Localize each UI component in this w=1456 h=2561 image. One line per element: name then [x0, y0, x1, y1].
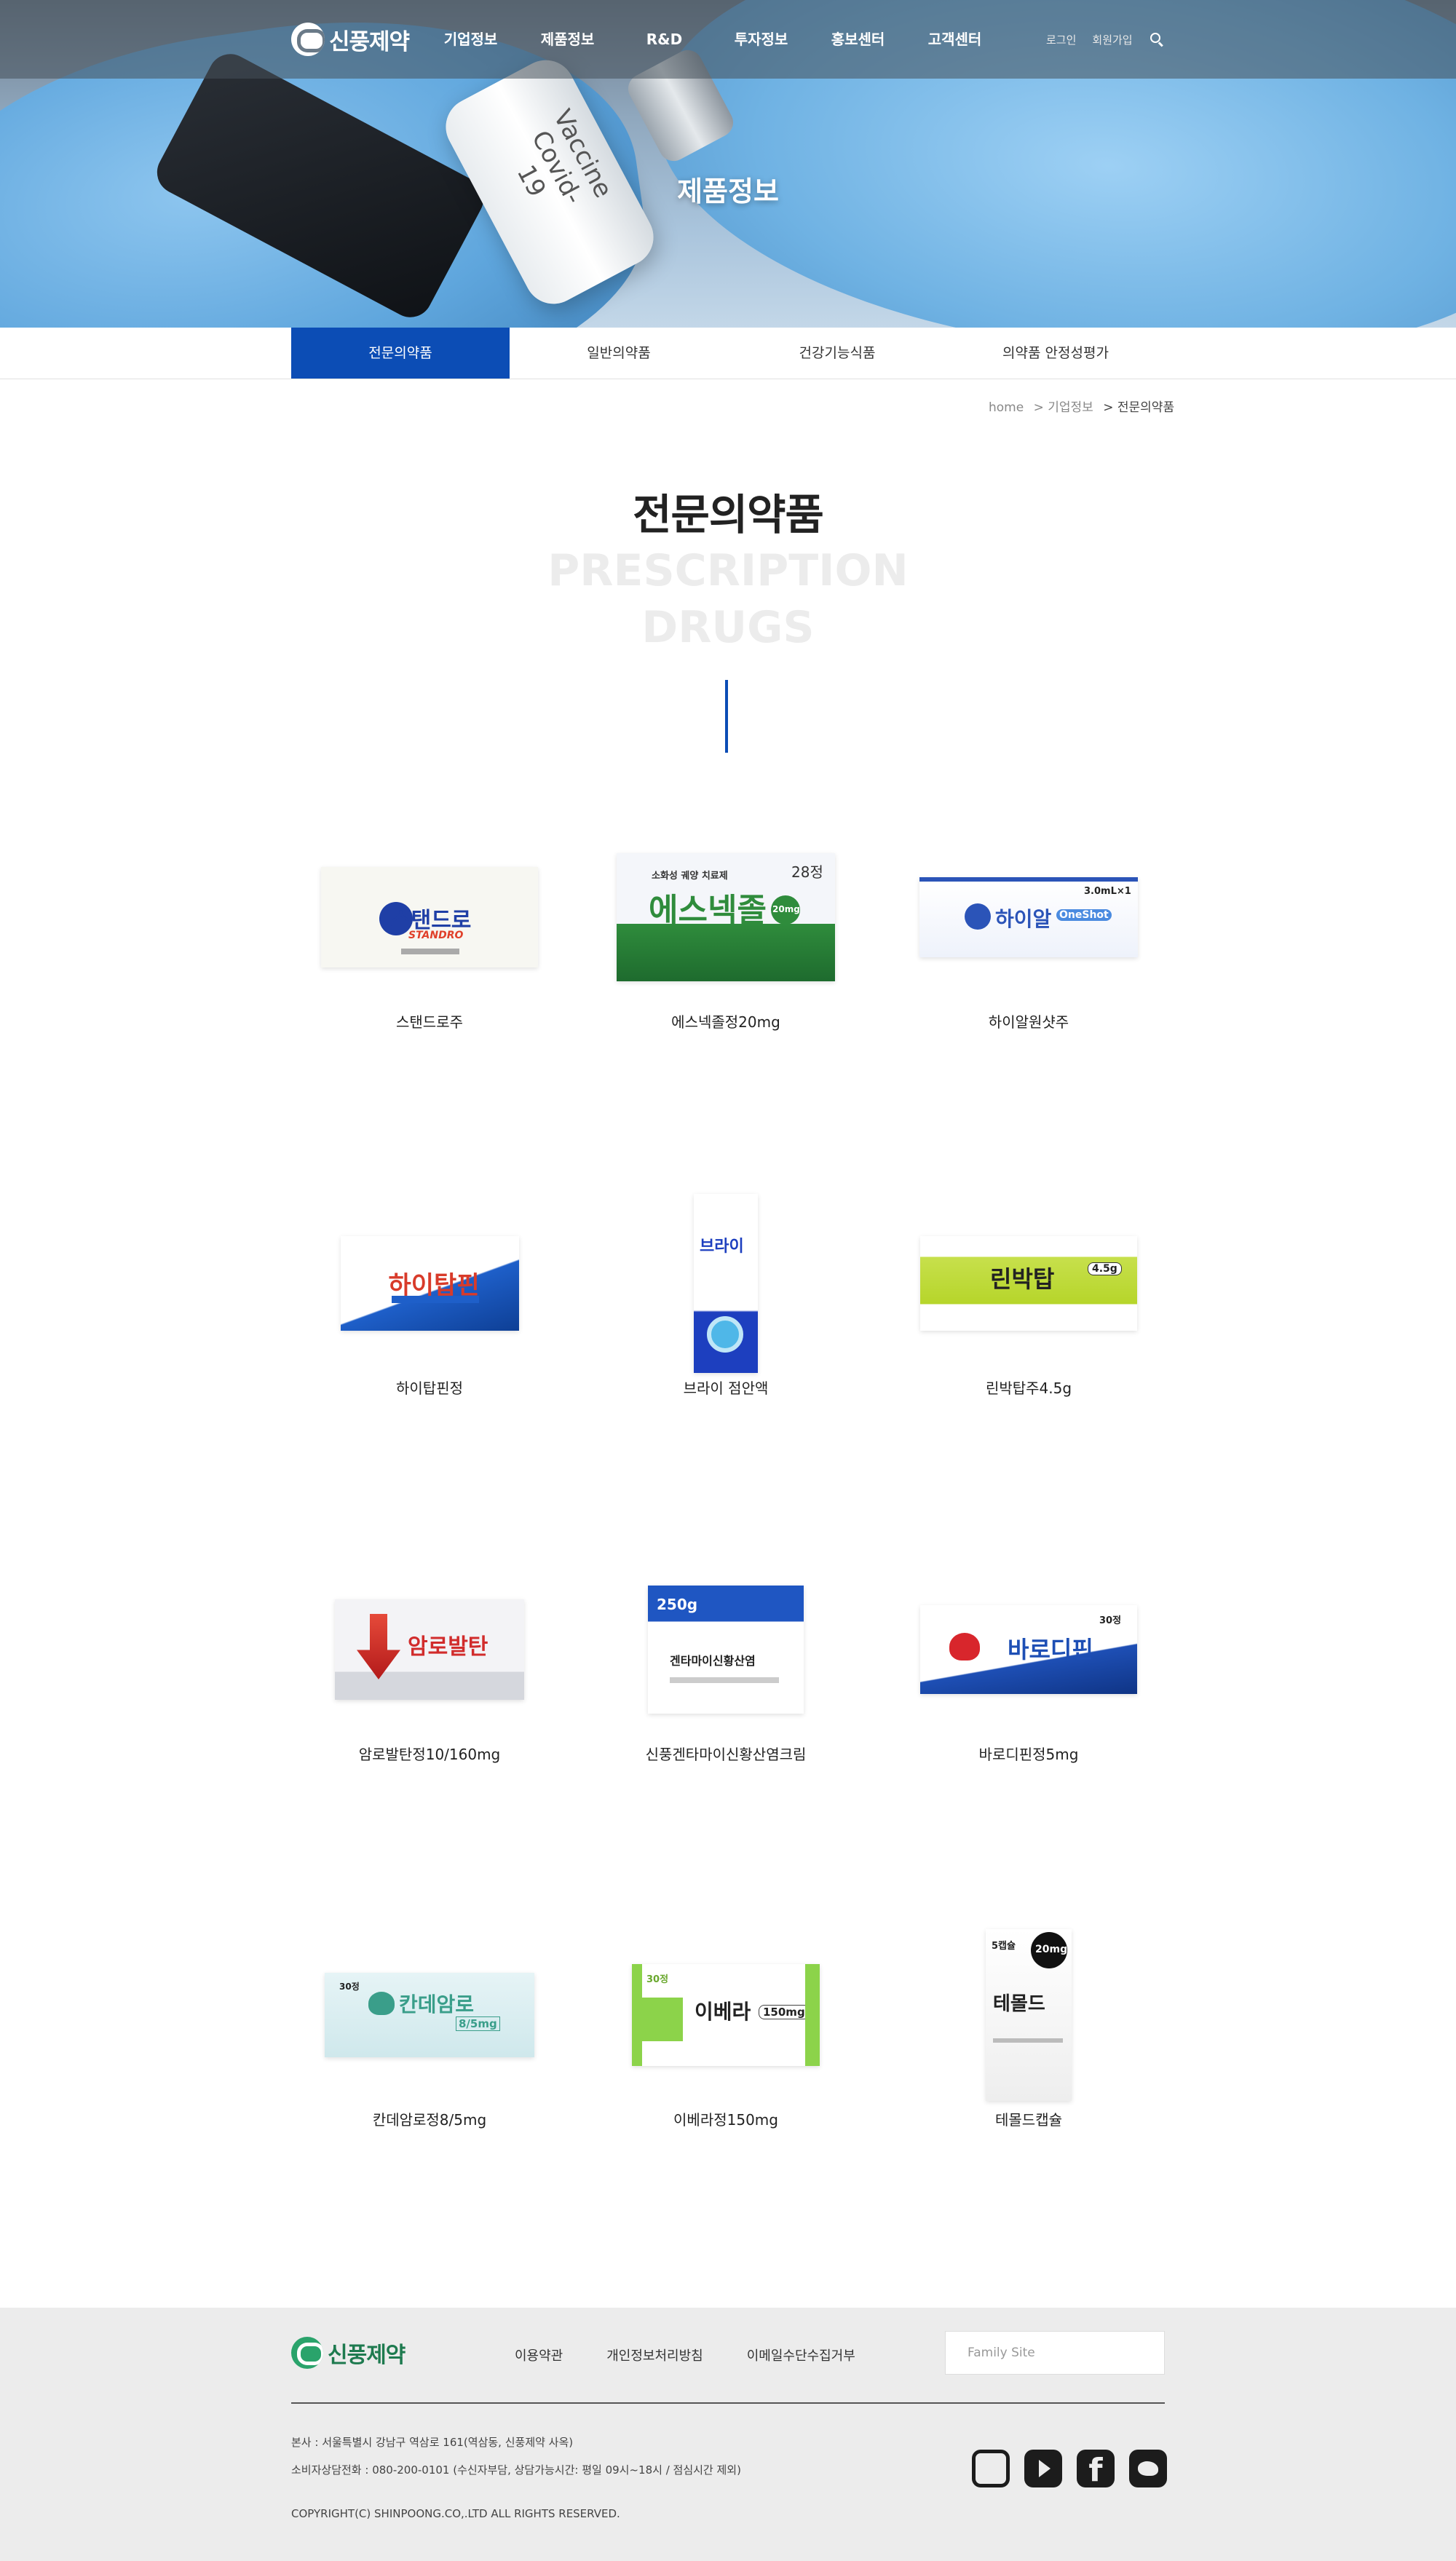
- product-name: 암로발탄정10/160mg: [358, 1746, 501, 1763]
- product-card[interactable]: 250g 겐타마이신황산염 신풍겐타마이신황산염크림: [580, 1562, 871, 1781]
- footer-phone: 소비자상담전화 : 080-200-0101 (수신자부담, 상담가능시간: 평…: [291, 2463, 741, 2477]
- breadcrumb: home > 기업정보 > 전문의약품: [983, 397, 1175, 415]
- product-card[interactable]: 5캡슐 20mg 테몰드 테몰드캡슐: [883, 1928, 1174, 2146]
- site-footer: 신풍제약 이용약관 개인정보처리방침 이메일수단수집거부 Family Site…: [0, 2308, 1456, 2561]
- page-subtitle-line1: PRESCRIPTION: [547, 545, 909, 596]
- site-logo[interactable]: 신풍제약: [291, 22, 410, 57]
- product-name: 린박탑주4.5g: [985, 1380, 1072, 1397]
- product-image: 스탠드로 STANDRO: [321, 867, 538, 967]
- tab-prescription[interactable]: 전문의약품: [291, 328, 510, 379]
- sub-nav: 전문의약품 일반의약품 건강기능식품 의약품 안정성평가: [0, 328, 1456, 379]
- product-card[interactable]: 하이탑핀 하이탑핀정: [284, 1196, 575, 1414]
- product-name: 브라이 점안액: [683, 1380, 769, 1397]
- instagram-icon[interactable]: [972, 2450, 1010, 2487]
- login-link[interactable]: 로그인: [1046, 32, 1076, 47]
- nav-item-company[interactable]: 기업정보: [422, 0, 519, 79]
- product-image: 250g 겐타마이신황산염: [648, 1586, 804, 1714]
- product-name: 칸데암로정8/5mg: [372, 2111, 487, 2129]
- youtube-icon[interactable]: [1024, 2450, 1062, 2487]
- breadcrumb-home[interactable]: home: [989, 400, 1024, 415]
- site-header: 신풍제약 기업정보 제품정보 R&D 투자정보 홍보센터 고객센터 로그인 회원…: [0, 0, 1456, 79]
- product-name: 신풍겐타마이신황산염크림: [645, 1746, 807, 1763]
- product-image: 소화성 궤양 치료제 28정 에스넥졸 20mg: [617, 853, 835, 981]
- product-card[interactable]: 30정 칸데암로 8/5mg 칸데암로정8/5mg: [284, 1928, 575, 2146]
- product-name: 하이알원샷주: [988, 1013, 1069, 1031]
- product-image: 5캡슐 20mg 테몰드: [986, 1929, 1072, 2101]
- twitter-icon[interactable]: [1129, 2450, 1167, 2487]
- product-card[interactable]: 암로발탄 암로발탄정10/160mg: [284, 1562, 575, 1781]
- product-card[interactable]: 소화성 궤양 치료제 28정 에스넥졸 20mg 에스넥졸정20mg: [580, 830, 871, 1048]
- breadcrumb-level1[interactable]: > 기업정보: [1034, 400, 1093, 415]
- page-title: 전문의약품: [633, 490, 824, 539]
- product-name: 에스넥졸정20mg: [671, 1013, 780, 1031]
- product-name: 스탠드로주: [396, 1013, 463, 1031]
- header-utility: 로그인 회원가입: [1046, 0, 1165, 79]
- tab-health-food[interactable]: 건강기능식품: [728, 328, 946, 379]
- product-image: 암로발탄: [335, 1599, 524, 1700]
- nav-item-products[interactable]: 제품정보: [519, 0, 616, 79]
- footer-logo-mark-icon: [291, 2337, 323, 2369]
- breadcrumb-current: > 전문의약품: [1103, 400, 1175, 415]
- page-subtitle: PRESCRIPTION DRUGS: [0, 542, 1456, 656]
- footer-link-terms[interactable]: 이용약관: [515, 2346, 563, 2364]
- join-link[interactable]: 회원가입: [1092, 32, 1132, 47]
- product-image: 린박탑 4.5g: [920, 1236, 1137, 1331]
- footer-link-privacy[interactable]: 개인정보처리방침: [606, 2346, 703, 2364]
- product-card[interactable]: 스탠드로 STANDRO 스탠드로주: [284, 830, 575, 1048]
- footer-link-email-refusal[interactable]: 이메일수단수집거부: [747, 2346, 855, 2364]
- search-icon[interactable]: [1149, 31, 1165, 47]
- logo-mark-icon: [291, 23, 325, 56]
- product-image: 하이탑핀: [340, 1236, 519, 1331]
- family-site-select[interactable]: Family Site: [945, 2331, 1165, 2375]
- tab-stability[interactable]: 의약품 안정성평가: [946, 328, 1165, 379]
- logo-text: 신풍제약: [329, 28, 410, 55]
- footer-logo[interactable]: 신풍제약: [291, 2337, 405, 2369]
- product-image: 30정 칸데암로 8/5mg: [325, 1973, 534, 2057]
- main-nav: 기업정보 제품정보 R&D 투자정보 홍보센터 고객센터: [422, 0, 1003, 79]
- footer-address: 본사 : 서울특별시 강남구 역삼로 161(역삼동, 신풍제약 사옥): [291, 2436, 574, 2449]
- footer-divider: [291, 2402, 1165, 2404]
- title-divider: [725, 680, 728, 753]
- product-image: 30정 바로디핀: [920, 1605, 1137, 1694]
- product-card[interactable]: 브라이 브라이 점안액: [580, 1194, 871, 1414]
- nav-item-rnd[interactable]: R&D: [616, 0, 713, 79]
- nav-item-investor[interactable]: 투자정보: [713, 0, 810, 79]
- facebook-icon[interactable]: [1077, 2450, 1115, 2492]
- product-image: 30정 이베라 150mg: [632, 1964, 820, 2066]
- footer-links: 이용약관 개인정보처리방침 이메일수단수집거부: [515, 2346, 855, 2364]
- product-card[interactable]: 30정 바로디핀 바로디핀정5mg: [883, 1562, 1174, 1781]
- nav-item-customer[interactable]: 고객센터: [906, 0, 1003, 79]
- hero-title: 제품정보: [677, 175, 779, 207]
- product-card[interactable]: 린박탑 4.5g 린박탑주4.5g: [883, 1196, 1174, 1414]
- product-card[interactable]: 30정 이베라 150mg 이베라정150mg: [580, 1928, 871, 2146]
- product-name: 하이탑핀정: [396, 1380, 463, 1397]
- sns-links: [972, 2450, 1167, 2492]
- product-name: 테몰드캡슐: [995, 2111, 1062, 2129]
- nav-item-pr[interactable]: 홍보센터: [810, 0, 906, 79]
- product-name: 바로디핀정5mg: [978, 1746, 1079, 1763]
- product-image: 브라이: [694, 1194, 758, 1373]
- product-name: 이베라정150mg: [673, 2111, 778, 2129]
- product-card[interactable]: 3.0mL×1 하이알 OneShot 하이알원샷주: [883, 830, 1174, 1048]
- page-subtitle-line2: DRUGS: [641, 602, 815, 653]
- tab-otc[interactable]: 일반의약품: [510, 328, 728, 379]
- footer-copyright: COPYRIGHT(C) SHINPOONG.CO,.LTD ALL RIGHT…: [291, 2507, 620, 2520]
- product-image: 3.0mL×1 하이알 OneShot: [919, 877, 1138, 957]
- footer-logo-text: 신풍제약: [328, 2343, 405, 2368]
